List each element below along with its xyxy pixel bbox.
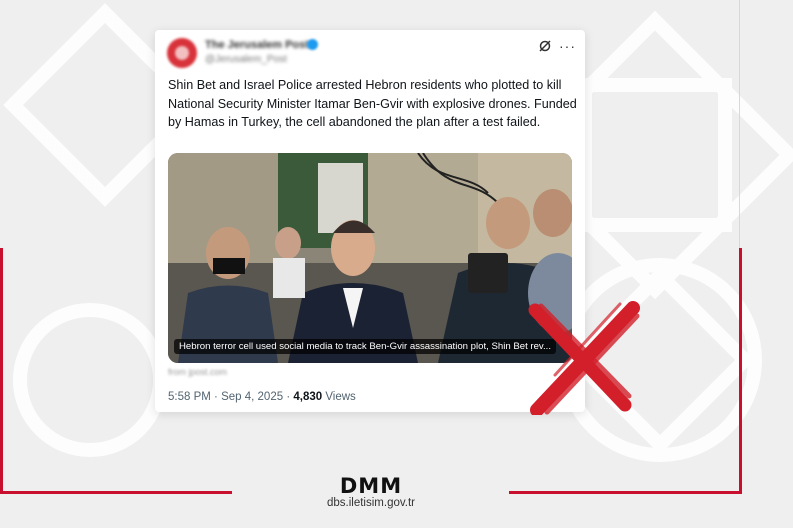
verified-badge-icon bbox=[307, 39, 318, 50]
post-meta: 5:58 PM · Sep 4, 2025 · 4,830 Views bbox=[168, 391, 356, 403]
photo-illustration bbox=[168, 153, 572, 363]
frame-line-right-top bbox=[739, 0, 740, 248]
post-date[interactable]: Sep 4, 2025 bbox=[221, 391, 283, 403]
grok-icon[interactable] bbox=[538, 39, 552, 53]
account-name[interactable]: The Jerusalem Post bbox=[205, 39, 309, 51]
post-card: The Jerusalem Post @Jerusalem_Post ··· S… bbox=[155, 30, 585, 412]
frame-line-bottom-right bbox=[509, 491, 742, 494]
meta-separator: · bbox=[286, 391, 291, 403]
footer-url[interactable]: dbs.iletisim.gov.tr bbox=[318, 497, 424, 509]
views-count: 4,830 bbox=[293, 391, 323, 403]
media-caption: Hebron terror cell used social media to … bbox=[174, 339, 557, 354]
frame-line-top bbox=[0, 248, 3, 494]
link-source[interactable]: from jpost.com bbox=[168, 367, 227, 377]
post-text: Shin Bet and Israel Police arrested Hebr… bbox=[168, 78, 577, 129]
account-handle[interactable]: @Jerusalem_Post bbox=[205, 54, 287, 65]
post-time[interactable]: 5:58 PM bbox=[168, 391, 211, 403]
avatar[interactable] bbox=[167, 38, 197, 68]
red-x-mark-icon bbox=[528, 301, 640, 415]
dmm-logo: DMM bbox=[339, 474, 403, 498]
frame-line-right bbox=[739, 248, 742, 494]
post-image[interactable]: Hebron terror cell used social media to … bbox=[168, 153, 572, 363]
meta-separator: · bbox=[214, 391, 218, 403]
views-label: Views bbox=[325, 391, 356, 403]
more-options-icon[interactable]: ··· bbox=[559, 38, 576, 54]
frame-line-bottom-left bbox=[0, 491, 232, 494]
